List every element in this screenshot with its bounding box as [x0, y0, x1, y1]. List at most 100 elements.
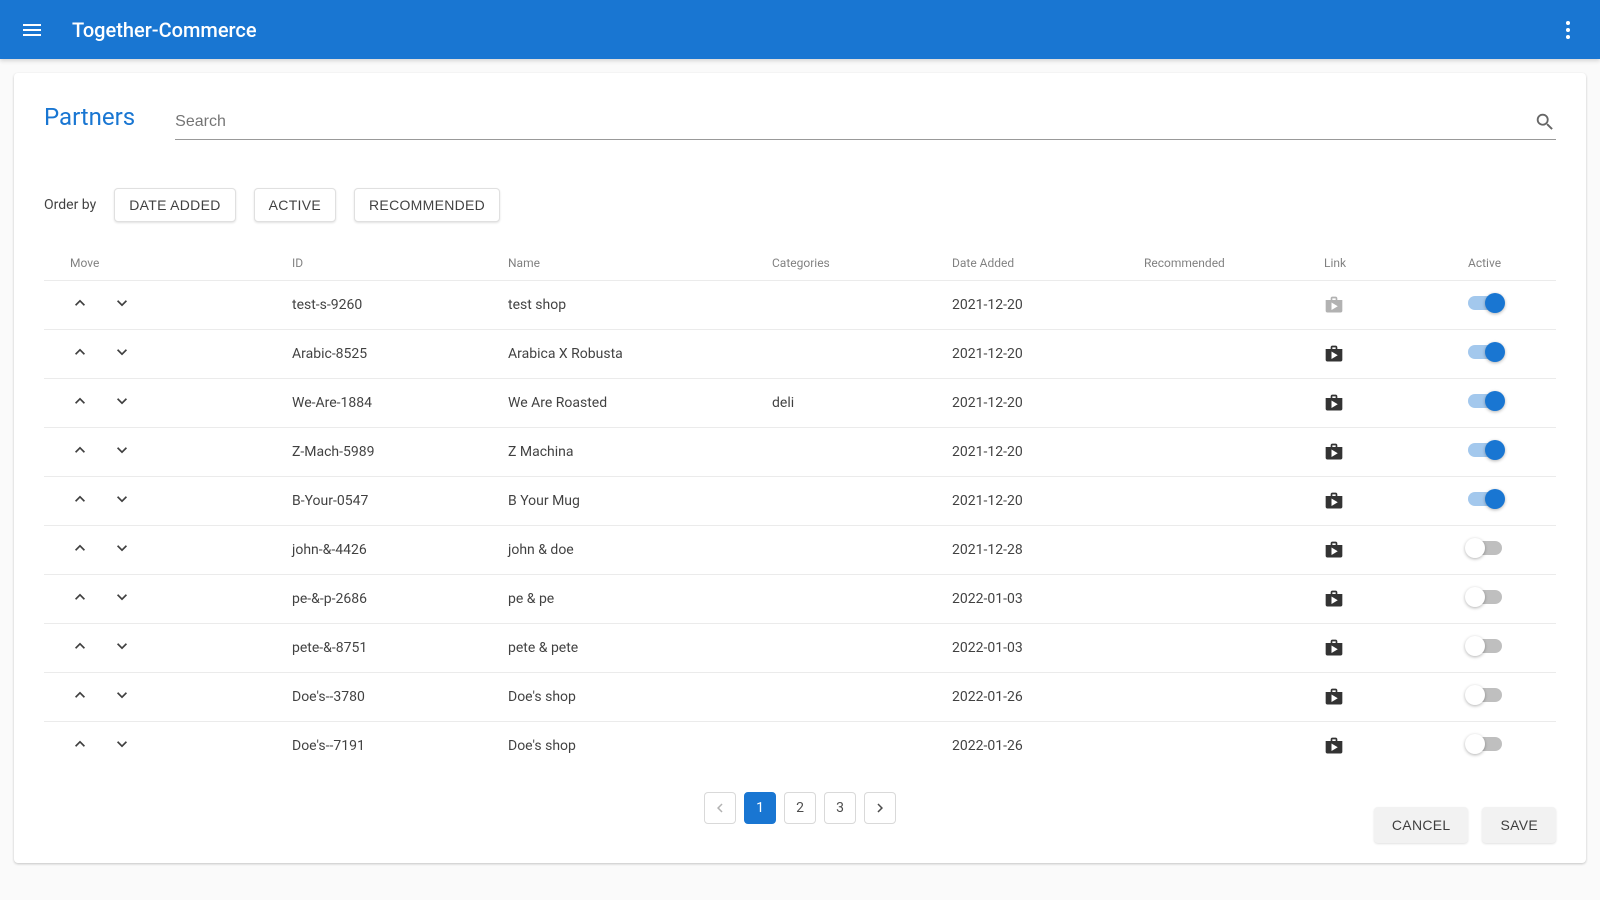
cell-date: 2021-12-20: [944, 477, 1136, 526]
col-recommended: Recommended: [1136, 246, 1316, 281]
chevron-right-icon: [871, 799, 889, 817]
move-down-button[interactable]: [112, 734, 132, 758]
page-1[interactable]: 1: [744, 792, 776, 824]
link-button[interactable]: [1324, 491, 1452, 511]
move-up-button[interactable]: [70, 636, 90, 660]
cell-id: test-s-9260: [284, 281, 500, 330]
table-row: Arabic-8525Arabica X Robusta2021-12-20: [44, 330, 1556, 379]
move-down-button[interactable]: [112, 440, 132, 464]
cancel-button[interactable]: CANCEL: [1374, 807, 1469, 843]
move-up-button[interactable]: [70, 538, 90, 562]
link-button[interactable]: [1324, 295, 1452, 315]
search-icon[interactable]: [1534, 111, 1556, 133]
app-title: Together-Commerce: [72, 18, 257, 42]
cell-categories: [764, 330, 944, 379]
orderby-date-added[interactable]: DATE ADDED: [114, 188, 235, 222]
page-3[interactable]: 3: [824, 792, 856, 824]
col-move: Move: [44, 246, 284, 281]
move-up-button[interactable]: [70, 685, 90, 709]
cell-id: Z-Mach-5989: [284, 428, 500, 477]
more-vert-icon: [1556, 18, 1580, 42]
move-down-button[interactable]: [112, 685, 132, 709]
cell-date: 2021-12-20: [944, 379, 1136, 428]
chevron-down-icon: [112, 538, 132, 558]
cell-date: 2022-01-26: [944, 722, 1136, 771]
link-button[interactable]: [1324, 344, 1452, 364]
active-toggle[interactable]: [1468, 492, 1502, 506]
cell-categories: [764, 673, 944, 722]
orderby-active[interactable]: ACTIVE: [254, 188, 336, 222]
active-toggle[interactable]: [1468, 688, 1502, 702]
chevron-left-icon: [711, 799, 729, 817]
page-2[interactable]: 2: [784, 792, 816, 824]
chevron-up-icon: [70, 391, 90, 411]
cell-name: B Your Mug: [500, 477, 764, 526]
cell-recommended: [1136, 428, 1316, 477]
cell-date: 2022-01-03: [944, 624, 1136, 673]
cell-name: We Are Roasted: [500, 379, 764, 428]
table-row: john-&-4426john & doe2021-12-28: [44, 526, 1556, 575]
active-toggle[interactable]: [1468, 296, 1502, 310]
move-down-button[interactable]: [112, 636, 132, 660]
chevron-up-icon: [70, 734, 90, 754]
cell-name: pete & pete: [500, 624, 764, 673]
link-button[interactable]: [1324, 393, 1452, 413]
cell-id: pete-&-8751: [284, 624, 500, 673]
col-categories: Categories: [764, 246, 944, 281]
move-down-button[interactable]: [112, 538, 132, 562]
link-button[interactable]: [1324, 589, 1452, 609]
cell-categories: [764, 575, 944, 624]
search-field[interactable]: [175, 109, 1556, 140]
cell-recommended: [1136, 379, 1316, 428]
chevron-up-icon: [70, 440, 90, 460]
cell-categories: [764, 722, 944, 771]
move-up-button[interactable]: [70, 342, 90, 366]
move-up-button[interactable]: [70, 734, 90, 758]
active-toggle[interactable]: [1468, 737, 1502, 751]
chevron-down-icon: [112, 636, 132, 656]
chevron-down-icon: [112, 391, 132, 411]
move-down-button[interactable]: [112, 342, 132, 366]
orderby-row: Order by DATE ADDED ACTIVE RECOMMENDED: [44, 188, 1556, 222]
link-button[interactable]: [1324, 687, 1452, 707]
link-button[interactable]: [1324, 442, 1452, 462]
link-button[interactable]: [1324, 736, 1452, 756]
link-button[interactable]: [1324, 540, 1452, 560]
move-down-button[interactable]: [112, 293, 132, 317]
cell-date: 2022-01-26: [944, 673, 1136, 722]
move-up-button[interactable]: [70, 391, 90, 415]
shop-icon: [1324, 540, 1344, 560]
move-up-button[interactable]: [70, 587, 90, 611]
cell-categories: [764, 624, 944, 673]
page-next[interactable]: [864, 792, 896, 824]
cell-recommended: [1136, 281, 1316, 330]
cell-categories: deli: [764, 379, 944, 428]
col-id: ID: [284, 246, 500, 281]
chevron-down-icon: [112, 489, 132, 509]
more-menu-button[interactable]: [1548, 10, 1588, 50]
active-toggle[interactable]: [1468, 443, 1502, 457]
move-up-button[interactable]: [70, 293, 90, 317]
save-button[interactable]: SAVE: [1482, 807, 1556, 843]
active-toggle[interactable]: [1468, 590, 1502, 604]
move-down-button[interactable]: [112, 489, 132, 513]
orderby-recommended[interactable]: RECOMMENDED: [354, 188, 500, 222]
menu-button[interactable]: [12, 10, 52, 50]
col-link: Link: [1316, 246, 1460, 281]
page-prev[interactable]: [704, 792, 736, 824]
move-up-button[interactable]: [70, 489, 90, 513]
active-toggle[interactable]: [1468, 541, 1502, 555]
cell-date: 2021-12-20: [944, 281, 1136, 330]
move-up-button[interactable]: [70, 440, 90, 464]
active-toggle[interactable]: [1468, 345, 1502, 359]
cell-id: B-Your-0547: [284, 477, 500, 526]
active-toggle[interactable]: [1468, 639, 1502, 653]
search-input[interactable]: [175, 109, 1534, 135]
cell-name: john & doe: [500, 526, 764, 575]
move-down-button[interactable]: [112, 391, 132, 415]
active-toggle[interactable]: [1468, 394, 1502, 408]
shop-icon: [1324, 393, 1344, 413]
main-card: Partners Order by DATE ADDED ACTIVE RECO…: [14, 73, 1586, 863]
move-down-button[interactable]: [112, 587, 132, 611]
link-button[interactable]: [1324, 638, 1452, 658]
